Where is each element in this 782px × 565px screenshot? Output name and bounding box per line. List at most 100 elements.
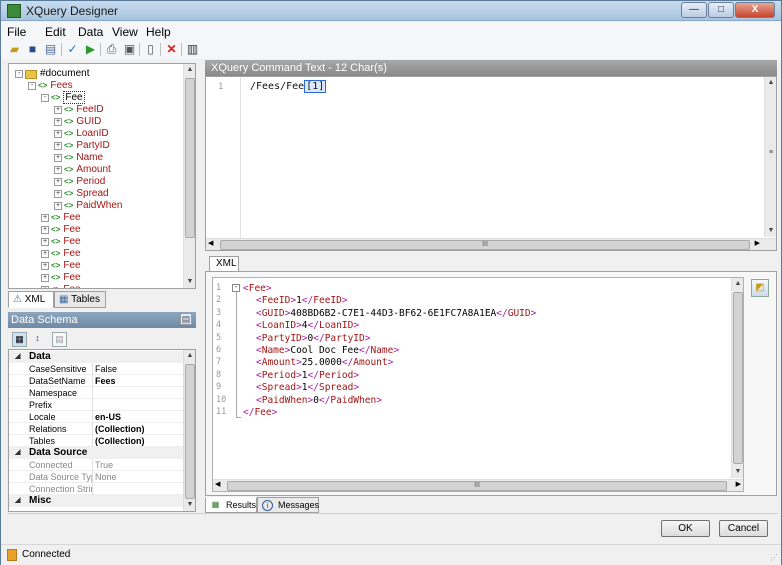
tree-node[interactable]: + <> Period [54, 176, 105, 188]
scroll-down-icon[interactable]: ▼ [184, 499, 195, 511]
tree-node[interactable]: + <> GUID [54, 116, 101, 128]
command-text[interactable]: /Fees/Fee [1] [250, 80, 327, 93]
scroll-up-icon[interactable]: ▲ [184, 350, 195, 362]
menu-file[interactable]: File [7, 25, 26, 39]
save-icon[interactable]: ■ [25, 42, 40, 57]
open-icon[interactable]: ▰ [7, 42, 22, 57]
expand-icon[interactable]: + [41, 262, 49, 270]
scroll-down-icon[interactable]: ▼ [732, 466, 744, 478]
property-row[interactable]: DataSetName Fees [9, 375, 185, 387]
menu-data[interactable]: Data [78, 25, 103, 39]
ok-button[interactable]: OK [661, 520, 710, 537]
tab-tables[interactable]: ▦ Tables [54, 291, 106, 308]
xml-result-editor[interactable]: - 1 <Fee> 2 <FeeID>1</FeeID> 3 <GUID>408BD6B2… [212, 277, 744, 492]
property-row[interactable]: Connection String [9, 483, 185, 495]
run-icon[interactable]: ▶ [83, 42, 98, 57]
property-category[interactable]: ◢ Misc [9, 495, 185, 507]
tree-vertical-scrollbar[interactable]: ▲ ▼ [183, 64, 195, 288]
expand-icon[interactable]: + [54, 178, 62, 186]
schema-properties-icon[interactable]: ▤ [180, 313, 192, 325]
expand-icon[interactable]: + [54, 106, 62, 114]
tree-node[interactable]: + <> Spread [54, 188, 109, 200]
property-row[interactable]: Data Source TypeNone [9, 471, 185, 483]
fold-collapse-icon[interactable]: - [232, 284, 240, 292]
expand-icon[interactable]: + [54, 130, 62, 138]
property-row[interactable]: CaseSensitive False [9, 363, 185, 375]
tab-results[interactable]: ▦ Results [205, 497, 257, 513]
sort-alphabetical-icon[interactable]: ↕ [30, 332, 45, 347]
collapse-category-icon[interactable]: ◢ [15, 495, 20, 507]
expand-icon[interactable]: + [41, 238, 49, 246]
expand-icon[interactable]: + [41, 286, 49, 288]
tab-messages[interactable]: i Messages [257, 497, 319, 513]
expand-icon[interactable]: + [54, 202, 62, 210]
delete-icon[interactable]: ✕ [164, 42, 179, 57]
property-row[interactable]: Tables (Collection) [9, 435, 185, 447]
expand-icon[interactable]: + [54, 154, 62, 162]
property-value[interactable]: (Collection) [95, 423, 145, 435]
scroll-left-icon[interactable]: ◀ [208, 239, 213, 247]
collapse-category-icon[interactable]: ◢ [15, 351, 20, 363]
collapse-category-icon[interactable]: ◢ [15, 447, 20, 459]
menu-view[interactable]: View [112, 25, 138, 39]
property-value[interactable]: en-US [95, 411, 121, 423]
property-row[interactable]: Locale en-US [9, 411, 185, 423]
check-icon[interactable]: ✓ [65, 42, 80, 57]
scroll-thumb[interactable]: III [227, 481, 727, 491]
open-xml-button[interactable]: ◩ [751, 279, 769, 297]
expand-icon[interactable]: + [54, 118, 62, 126]
scroll-up-icon[interactable]: ▲ [765, 77, 777, 89]
tree-node[interactable]: - <> Fee [41, 91, 85, 104]
tree-node[interactable]: +<>Fee [41, 248, 81, 260]
scroll-thumb[interactable] [733, 292, 743, 464]
tree-node[interactable]: +<>Fee [41, 284, 81, 288]
tree-node[interactable]: + <> PartyID [54, 140, 110, 152]
xquery-command-editor[interactable]: 1 /Fees/Fee [1] ▲ ≡ ▼ ◀ III ▶ [205, 76, 777, 251]
scroll-down-icon[interactable]: ▼ [184, 276, 195, 288]
scroll-right-icon[interactable]: ▶ [736, 480, 741, 488]
page-icon[interactable]: ▯ [143, 42, 158, 57]
property-category[interactable]: ◢ Data Source [9, 447, 185, 459]
property-grid[interactable]: ◢ Data CaseSensitive False DataSetName Fees Na… [8, 349, 196, 512]
scroll-up-icon[interactable]: ▲ [732, 278, 744, 290]
tree-node-document[interactable]: - #document [15, 68, 89, 80]
tree-node[interactable]: + <> Name [54, 152, 103, 164]
expand-icon[interactable]: + [41, 214, 49, 222]
print-icon[interactable]: ⎙ [104, 42, 119, 57]
expand-icon[interactable]: + [41, 274, 49, 282]
cancel-button[interactable]: Cancel [719, 520, 768, 537]
tree-node[interactable]: +<>Fee [41, 272, 81, 284]
title-bar[interactable]: XQuery Designer — □ X [1, 1, 781, 21]
tab-xml[interactable]: ⚠ XML [8, 291, 54, 308]
property-value[interactable]: None [95, 471, 117, 483]
scroll-thumb[interactable]: III [220, 240, 750, 250]
resize-grip-icon[interactable]: ⋰ [770, 553, 778, 562]
expand-icon[interactable]: + [41, 226, 49, 234]
xml-vertical-scrollbar[interactable]: ▲ ▼ [731, 278, 743, 478]
collapse-icon[interactable]: - [28, 82, 36, 90]
maximize-button[interactable]: □ [708, 2, 734, 18]
scroll-thumb[interactable] [185, 364, 195, 499]
scroll-thumb-grip-icon[interactable]: ≡ [765, 147, 777, 159]
categorized-icon[interactable]: ▦ [12, 332, 27, 347]
property-value[interactable]: Fees [95, 375, 116, 387]
scroll-down-icon[interactable]: ▼ [765, 225, 777, 237]
columns-icon[interactable]: ▥ [185, 42, 200, 57]
property-row[interactable]: Namespace [9, 387, 185, 399]
tab-xml-result[interactable]: XML [209, 256, 239, 272]
menu-help[interactable]: Help [146, 25, 171, 39]
print-preview-icon[interactable]: ▣ [122, 42, 137, 57]
editor-horizontal-scrollbar[interactable]: ◀ III ▶ [206, 238, 776, 250]
expand-icon[interactable]: + [54, 166, 62, 174]
properties-icon[interactable]: ▤ [43, 42, 58, 57]
scroll-thumb[interactable] [185, 78, 195, 238]
scroll-right-icon[interactable]: ▶ [755, 239, 760, 247]
editor-vertical-scrollbar[interactable]: ▲ ≡ ▼ [764, 77, 776, 237]
collapse-icon[interactable]: - [15, 70, 23, 78]
property-row[interactable]: Prefix [9, 399, 185, 411]
menu-edit[interactable]: Edit [45, 25, 66, 39]
tree-node[interactable]: +<>Fee [41, 236, 81, 248]
property-category[interactable]: ◢ Data [9, 351, 185, 363]
tree-node[interactable]: +<>Fee [41, 212, 81, 224]
property-value[interactable]: (Collection) [95, 435, 145, 447]
